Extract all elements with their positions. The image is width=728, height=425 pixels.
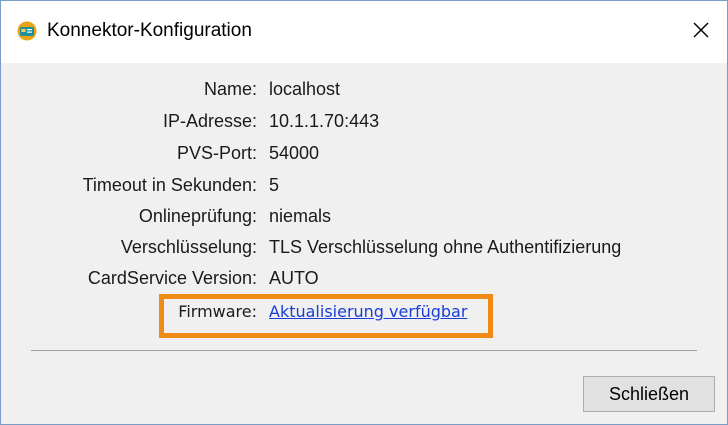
- field-value: localhost: [269, 79, 341, 99]
- field-row-online-check: Onlineprüfung: niemals: [1, 201, 727, 231]
- divider: [31, 350, 697, 351]
- firmware-label: Firmware:: [178, 302, 257, 321]
- field-value: 10.1.1.70:443: [269, 111, 380, 131]
- dialog-window: Konnektor-Konfiguration Name: localhost …: [0, 0, 728, 425]
- field-value: niemals: [269, 206, 332, 226]
- field-label: Timeout in Sekunden:: [82, 175, 257, 195]
- field-row-name: Name: localhost: [1, 74, 727, 104]
- field-row-firmware: Firmware: Aktualisierung verfügbar: [1, 297, 727, 327]
- title-bar: Konnektor-Konfiguration: [1, 1, 727, 63]
- window-title: Konnektor-Konfiguration: [47, 20, 252, 41]
- field-label: IP-Adresse:: [162, 111, 257, 131]
- field-label: Verschlüsselung:: [120, 237, 257, 257]
- dialog-content: Name: localhost IP-Adresse: 10.1.1.70:44…: [1, 63, 727, 424]
- close-icon: [692, 21, 710, 44]
- field-row-pvs-port: PVS-Port: 54000: [1, 138, 727, 168]
- field-value: TLS Verschlüsselung ohne Authentifizieru…: [269, 237, 622, 257]
- field-row-cardservice-version: CardService Version: AUTO: [1, 263, 727, 293]
- field-value: 5: [269, 175, 280, 195]
- field-label: Onlineprüfung:: [138, 206, 257, 226]
- connector-card-icon: [17, 21, 37, 41]
- field-label: PVS-Port:: [176, 143, 257, 163]
- field-label: CardService Version:: [87, 268, 257, 288]
- field-value: 54000: [269, 143, 320, 163]
- firmware-update-link[interactable]: Aktualisierung verfügbar: [269, 297, 467, 327]
- field-value: AUTO: [269, 268, 319, 288]
- window-close-button[interactable]: [675, 1, 727, 63]
- field-row-ip-address: IP-Adresse: 10.1.1.70:443: [1, 106, 727, 136]
- field-label: Name:: [203, 79, 257, 99]
- close-dialog-button[interactable]: Schließen: [583, 376, 715, 412]
- field-row-encryption: Verschlüsselung: TLS Verschlüsselung ohn…: [1, 232, 727, 262]
- field-row-timeout: Timeout in Sekunden: 5: [1, 170, 727, 200]
